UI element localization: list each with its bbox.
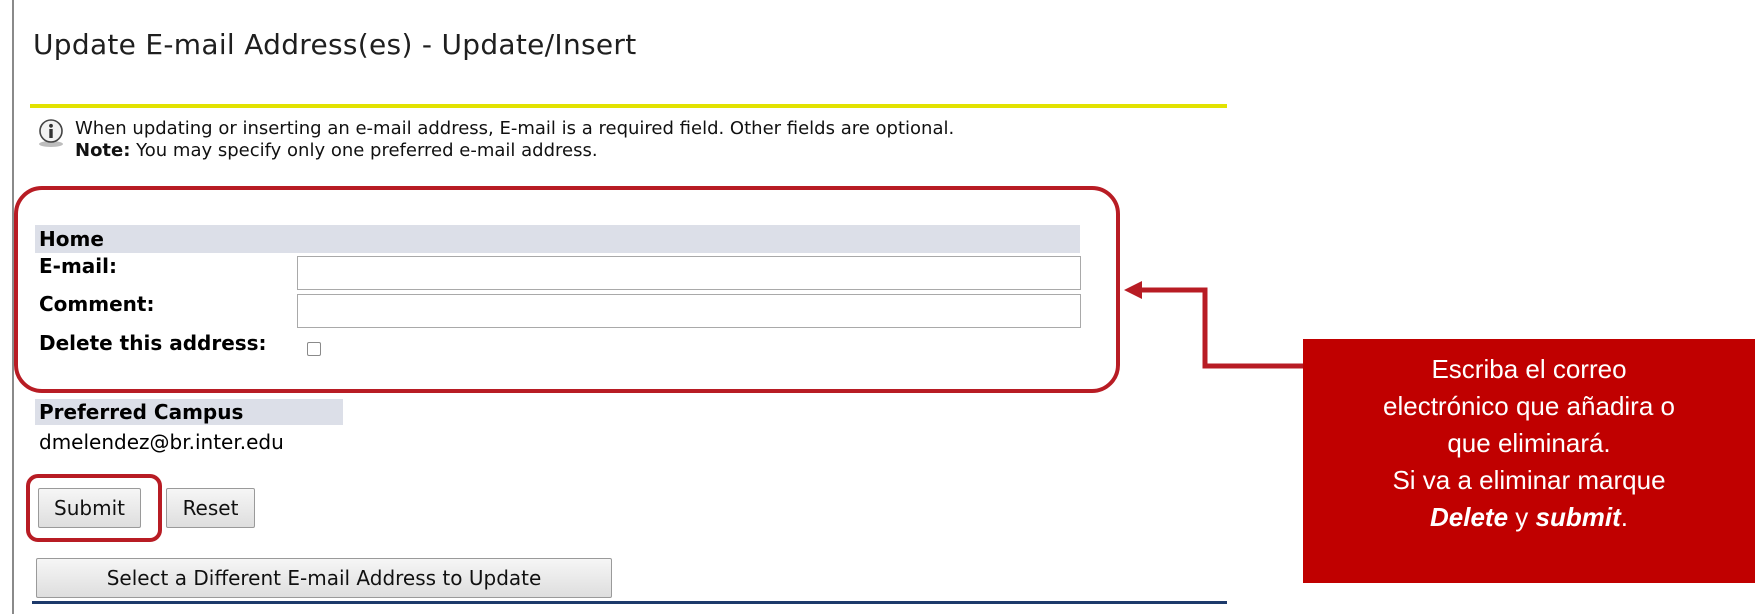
callout-conj: y [1508,502,1536,532]
page: Update E-mail Address(es) - Update/Inser… [0,0,1755,614]
callout-emph-delete: Delete [1430,502,1509,532]
callout-emph-submit: submit [1535,502,1621,532]
instruction-callout: Escriba el correo electrónico que añadir… [1303,339,1755,583]
callout-line: Escriba el correo [1431,354,1627,384]
callout-period: . [1620,502,1628,532]
callout-line: que eliminará. [1447,428,1611,458]
callout-line: Delete y submit. [1321,499,1737,536]
callout-line: electrónico que añadira o [1383,391,1675,421]
callout-line: Si va a eliminar marque [1392,465,1666,495]
